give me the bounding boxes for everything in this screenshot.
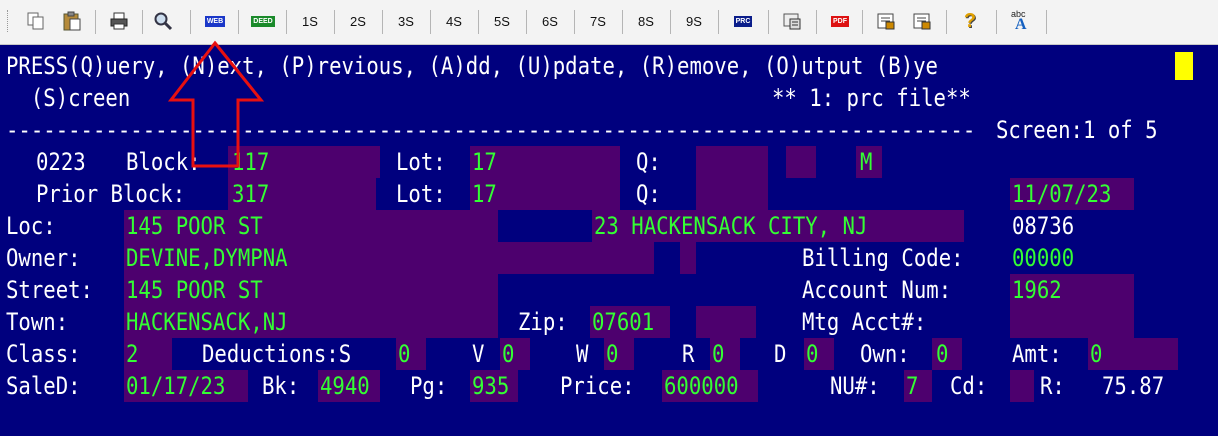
prc-icon[interactable]: PRC — [728, 8, 758, 34]
5s-button[interactable]: 5S — [488, 8, 516, 34]
8s-button[interactable]: 8S — [632, 8, 660, 34]
owner-label: Owner: — [6, 244, 81, 272]
zip-code-value: 08736 — [1012, 212, 1075, 240]
pg-field[interactable]: 935 — [472, 370, 509, 402]
r-label: R — [682, 340, 695, 368]
price-label: Price: — [560, 372, 635, 400]
billing-code-field[interactable]: 00000 — [1012, 242, 1074, 274]
owner-field[interactable]: DEVINE,DYMPNA — [126, 242, 288, 274]
4s-button[interactable]: 4S — [440, 8, 468, 34]
prior-block-field[interactable]: 317 — [232, 178, 269, 210]
deduction-r-field[interactable]: 0 — [712, 338, 724, 370]
deduction-v-field[interactable]: 0 — [502, 338, 514, 370]
command-prompt: PRESS(Q)uery, (N)ext, (P)revious, (A)dd,… — [6, 52, 938, 80]
search-icon[interactable] — [150, 8, 176, 34]
r-value-label: R: — [1040, 372, 1065, 400]
1s-button[interactable]: 1S — [296, 8, 324, 34]
amt-label: Amt: — [1012, 340, 1062, 368]
pg-label: Pg: — [410, 372, 448, 400]
loc-field[interactable]: 145 POOR ST — [126, 210, 263, 242]
prior-date-field[interactable]: 11/07/23 — [1012, 178, 1111, 210]
amt-field[interactable]: 0 — [1090, 338, 1102, 370]
toolbar: WEB DEED 1S 2S 3S 4S 5S 6S 7S 8S 9S PRC … — [0, 0, 1218, 45]
town-field[interactable]: HACKENSACK,NJ — [126, 306, 288, 338]
own-field[interactable]: 0 — [936, 338, 948, 370]
deduction-w-field[interactable]: 0 — [606, 338, 618, 370]
annotation-arrow-icon — [168, 40, 265, 168]
divider: ----------------------------------------… — [6, 116, 976, 144]
web-icon-label: WEB — [204, 15, 226, 27]
q-label: Q: — [636, 148, 661, 176]
prc-icon-label: PRC — [733, 15, 753, 27]
d-label: D — [774, 340, 787, 368]
web-icon[interactable]: WEB — [200, 8, 230, 34]
prior-lot-label: Lot: — [396, 180, 446, 208]
account-num-field[interactable]: 1962 — [1012, 274, 1062, 306]
r-value: 75.87 — [1102, 372, 1165, 400]
7s-button[interactable]: 7S — [584, 8, 612, 34]
district-code: 0223 — [36, 148, 86, 176]
class-field[interactable]: 2 — [126, 338, 138, 370]
screen-command: (S)creen — [6, 84, 131, 112]
deduction-d-field[interactable]: 0 — [806, 338, 818, 370]
street-label: Street: — [6, 276, 93, 304]
mtg-acct-label: Mtg Acct#: — [802, 308, 927, 336]
w-label: W — [576, 340, 589, 368]
billing-code-label: Billing Code: — [802, 244, 964, 272]
pdf-icon[interactable]: PDF — [826, 8, 854, 34]
lot-field[interactable]: 17 — [472, 146, 497, 178]
prior-block-label: Prior Block: — [36, 180, 186, 208]
own-label: Own: — [860, 340, 910, 368]
lot-label: Lot: — [396, 148, 446, 176]
prior-q-label: Q: — [636, 180, 661, 208]
zip-label: Zip: — [518, 308, 568, 336]
v-label: V — [472, 340, 485, 368]
paste-icon[interactable] — [60, 8, 84, 34]
spell-icon[interactable]: abc A — [1006, 8, 1036, 34]
deduction-s-field[interactable]: 0 — [398, 338, 410, 370]
city-code-field[interactable]: 23 HACKENSACK CITY, NJ — [594, 210, 867, 242]
help-icon[interactable]: ? — [956, 8, 984, 34]
9s-button[interactable]: 9S — [680, 8, 708, 34]
nu-label: NU#: — [830, 372, 880, 400]
properties2-icon[interactable] — [908, 8, 936, 34]
status-code-field[interactable]: M — [860, 146, 872, 178]
6s-button[interactable]: 6S — [536, 8, 564, 34]
sale-date-field[interactable]: 01/17/23 — [126, 370, 225, 402]
2s-button[interactable]: 2S — [344, 8, 372, 34]
bk-label: Bk: — [262, 372, 300, 400]
loc-label: Loc: — [6, 212, 56, 240]
account-num-label: Account Num: — [802, 276, 952, 304]
toolbar-grip — [6, 8, 10, 34]
deed-icon[interactable]: DEED — [248, 8, 278, 34]
file-label: ** 1: prc file** — [772, 84, 971, 112]
prior-lot-field[interactable]: 17 — [472, 178, 497, 210]
print-icon[interactable] — [106, 8, 132, 34]
zip-field[interactable]: 07601 — [592, 306, 654, 338]
screen-indicator: Screen:1 of 5 — [996, 114, 1158, 146]
3s-button[interactable]: 3S — [392, 8, 420, 34]
cd-label: Cd: — [950, 372, 988, 400]
deed-icon-label: DEED — [251, 15, 275, 27]
help-icon-label: ? — [963, 9, 977, 32]
bk-field[interactable]: 4940 — [320, 370, 370, 402]
settings-icon[interactable] — [778, 8, 806, 34]
town-label: Town: — [6, 308, 69, 336]
price-field[interactable]: 600000 — [664, 370, 739, 402]
properties-icon[interactable] — [872, 8, 900, 34]
copy-icon[interactable] — [24, 8, 48, 34]
street-field[interactable]: 145 POOR ST — [126, 274, 263, 306]
nu-field[interactable]: 7 — [906, 370, 918, 402]
text-cursor — [1175, 52, 1193, 80]
class-label: Class: — [6, 340, 81, 368]
pdf-icon-label: PDF — [831, 15, 849, 27]
sale-date-label: SaleD: — [6, 372, 81, 400]
deductions-label: Deductions:S — [202, 340, 352, 368]
